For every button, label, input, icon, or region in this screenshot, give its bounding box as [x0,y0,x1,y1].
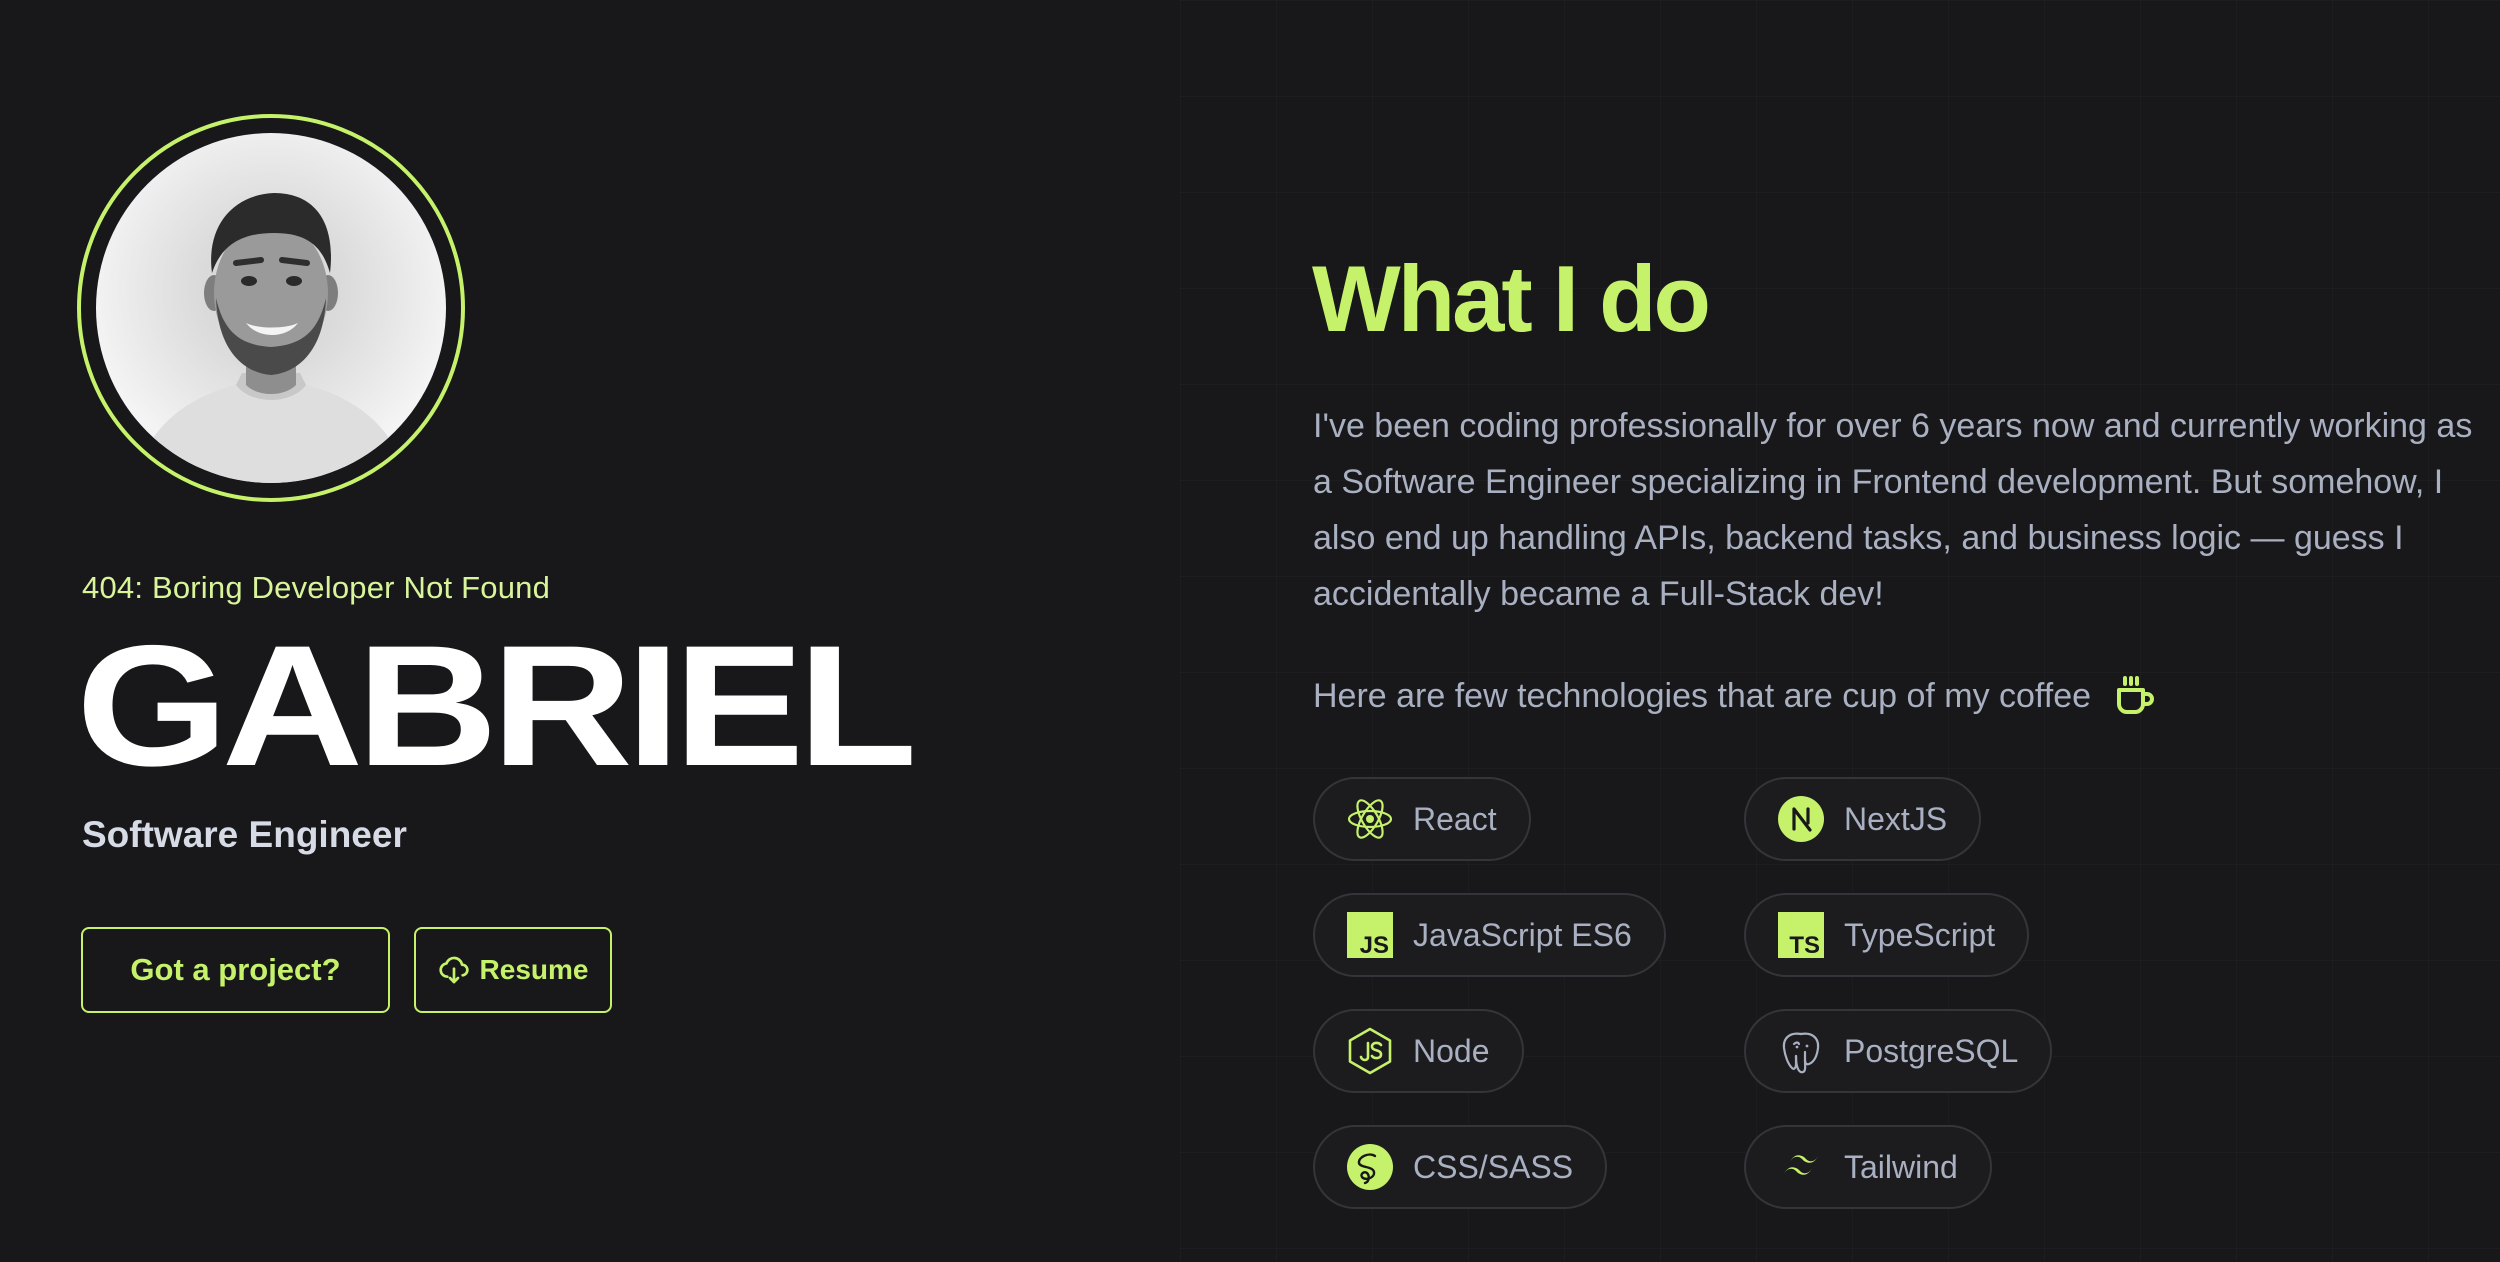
postgresql-icon [1776,1026,1826,1076]
avatar-portrait-icon [136,193,406,483]
tech-intro-text: Here are few technologies that are cup o… [1313,676,2092,715]
tech-chip-label: React [1413,800,1497,837]
portfolio-page: 404: Boring Developer Not Found GABRIEL … [0,0,2500,1262]
nextjs-icon [1776,794,1826,844]
tech-chip-typescript: TS TypeScript [1744,893,2030,977]
tech-chip-nextjs: NextJS [1744,777,1982,861]
tech-chip-sass: CSS/SASS [1313,1125,1608,1209]
javascript-icon: JS [1345,910,1395,960]
resume-button[interactable]: Resume [414,927,612,1013]
hero-name: GABRIEL [76,610,917,802]
typescript-icon: TS [1776,910,1826,960]
tech-chip-node: Node [1313,1009,1524,1093]
got-a-project-button[interactable]: Got a project? [81,927,390,1013]
coffee-cup-icon [2117,676,2154,714]
sass-icon [1345,1142,1395,1192]
tech-chip-tailwind: Tailwind [1744,1125,1992,1209]
svg-text:JS: JS [1360,932,1389,959]
svg-text:TS: TS [1789,932,1820,959]
tech-chip-label: TypeScript [1844,916,1996,953]
got-a-project-label: Got a project? [130,952,341,987]
tech-chip-label: JavaScript ES6 [1413,916,1632,953]
tailwind-icon [1776,1142,1826,1192]
tech-chip-label: Node [1413,1032,1490,1069]
resume-label: Resume [479,954,589,985]
nodejs-icon [1345,1026,1395,1076]
tech-chip-javascript: JS JavaScript ES6 [1313,893,1666,977]
react-icon [1345,794,1395,844]
tagline: 404: Boring Developer Not Found [82,570,551,605]
avatar [96,133,446,483]
cloud-download-icon [438,956,469,984]
role-title: Software Engineer [82,814,407,855]
intro-paragraph: I've been coding professionally for over… [1313,407,2473,613]
section-title: What I do [1312,246,1711,351]
tech-chip-label: Tailwind [1844,1148,1958,1185]
tech-chip-label: NextJS [1844,800,1948,837]
tech-chip-label: PostgreSQL [1844,1032,2019,1069]
tech-chip-postgresql: PostgreSQL [1744,1009,2053,1093]
tech-chip-react: React [1313,777,1531,861]
tech-chip-label: CSS/SASS [1413,1148,1574,1185]
tech-intro: Here are few technologies that are cup o… [1313,672,2159,720]
